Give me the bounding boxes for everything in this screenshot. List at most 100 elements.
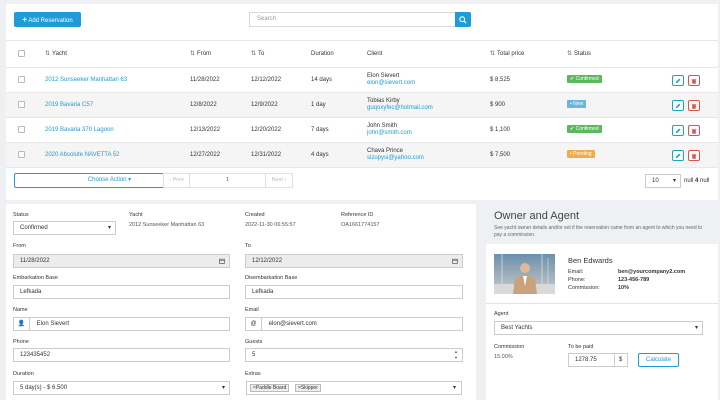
name-input[interactable]: 👤 Elon Sievert bbox=[13, 317, 230, 331]
search-button[interactable] bbox=[455, 12, 471, 27]
edit-button[interactable] bbox=[672, 100, 684, 111]
page-info: null 4 null bbox=[684, 178, 710, 184]
client-email[interactable]: john@smith.com bbox=[367, 130, 412, 137]
to-date: 12/12/2022 bbox=[251, 77, 282, 83]
trash-icon bbox=[691, 78, 697, 84]
price-cell: $ 8,525 bbox=[490, 77, 511, 83]
edit-button[interactable] bbox=[672, 125, 684, 136]
guests-label: Guests bbox=[245, 339, 263, 345]
row-checkbox[interactable] bbox=[18, 126, 25, 133]
table-row[interactable]: 2012 Sunseeker Manhattan 63 11/28/2022 12/… bbox=[6, 68, 718, 93]
stepper-up-icon[interactable]: ▲ bbox=[454, 350, 458, 354]
row-checkbox[interactable] bbox=[18, 76, 25, 83]
created-value: 2022-11-30 06:55:57 bbox=[245, 222, 296, 228]
sort-icon: ⇅ bbox=[190, 51, 196, 57]
pencil-icon bbox=[675, 103, 681, 109]
extra-chip[interactable]: ×Paddle Board bbox=[250, 384, 290, 392]
client-name: Tobias Kirby bbox=[367, 98, 400, 104]
client-name: John Smith bbox=[367, 123, 398, 129]
to-date: 12/20/2022 bbox=[251, 127, 282, 133]
delete-button[interactable] bbox=[688, 150, 700, 161]
status-label: Status bbox=[13, 212, 29, 218]
agent-commission-label: Commission bbox=[494, 344, 525, 350]
add-reservation-button[interactable]: + Add Reservation bbox=[14, 12, 81, 27]
caret-down-icon: ▾ bbox=[452, 385, 456, 391]
yacht-link[interactable]: 2019 Bavaria 370 Lagoon bbox=[45, 127, 114, 134]
status-badge: ✔ Confirmed bbox=[567, 125, 602, 133]
search-icon bbox=[459, 15, 467, 24]
per-page-select[interactable]: 10 ▾ bbox=[645, 174, 681, 188]
yacht-link[interactable]: 2012 Sunseeker Manhattan 63 bbox=[129, 222, 204, 228]
reference-value: OA1661774157 bbox=[341, 222, 380, 228]
client-email[interactable]: sizupysi@yahoo.com bbox=[367, 155, 424, 162]
reservations-card: + Add Reservation Search ⇅ Yacht ⇅ From ⇅ T… bbox=[6, 4, 718, 200]
calculate-button[interactable]: Calculate bbox=[638, 353, 679, 367]
pencil-icon bbox=[675, 128, 681, 134]
from-date: 12/27/2022 bbox=[190, 152, 221, 158]
sort-icon: ⇅ bbox=[490, 51, 496, 57]
sort-icon: ⇅ bbox=[567, 51, 573, 57]
search-input[interactable]: Search bbox=[249, 12, 456, 27]
yacht-label: Yacht bbox=[129, 212, 143, 218]
to-label: To bbox=[245, 243, 251, 249]
email-input[interactable]: @ elon@sievert.com bbox=[245, 317, 463, 331]
col-to[interactable]: ⇅ To bbox=[251, 41, 264, 67]
guests-input[interactable]: 5 ▲ ▼ bbox=[245, 348, 463, 362]
pencil-icon bbox=[675, 78, 681, 84]
yacht-link[interactable]: 2012 Sunseeker Manhattan 63 bbox=[45, 77, 127, 84]
agent-select[interactable]: Best Yachts ▾ bbox=[494, 321, 703, 335]
col-total-price[interactable]: ⇅ Total price bbox=[490, 41, 524, 67]
table-row[interactable]: 2019 Bavaria C57 12/8/2022 12/9/2022 1 day T… bbox=[6, 93, 718, 118]
disembarkation-label: Disembarkation Base bbox=[245, 275, 298, 281]
divider bbox=[486, 303, 718, 304]
delete-button[interactable] bbox=[688, 75, 700, 86]
row-checkbox[interactable] bbox=[18, 151, 25, 158]
client-email[interactable]: elon@sievert.com bbox=[367, 80, 415, 87]
row-checkbox[interactable] bbox=[18, 101, 25, 108]
edit-button[interactable] bbox=[672, 75, 684, 86]
caret-down-icon: ▾ bbox=[221, 385, 225, 391]
embarkation-input[interactable]: Lefkada bbox=[13, 285, 230, 299]
status-select[interactable]: Confirmed ▾ bbox=[13, 221, 116, 235]
agent-commission-value: 15.00% bbox=[494, 354, 513, 360]
user-icon: 👤 bbox=[14, 318, 30, 330]
stepper-down-icon[interactable]: ▼ bbox=[454, 356, 458, 360]
owner-header: Owner and Agent See yacht owner details … bbox=[486, 204, 718, 244]
disembarkation-input[interactable]: Lefkada bbox=[245, 285, 463, 299]
edit-button[interactable] bbox=[672, 150, 684, 161]
owner-commission: 10% bbox=[618, 285, 630, 291]
caret-down-icon: ▾ bbox=[128, 177, 132, 183]
name-label: Name bbox=[13, 307, 28, 313]
phone-input[interactable]: 123435452 bbox=[13, 348, 230, 362]
to-date-input[interactable]: 12/12/2022 bbox=[245, 254, 463, 268]
to-be-paid-input[interactable]: 1278.75 bbox=[568, 353, 615, 367]
select-all-checkbox[interactable] bbox=[18, 50, 25, 57]
client-email[interactable]: guqoxyfec@hotmail.com bbox=[367, 105, 433, 112]
delete-button[interactable] bbox=[688, 125, 700, 136]
caret-down-icon: ▾ bbox=[694, 325, 698, 331]
status-badge: ▪ Pending bbox=[567, 150, 595, 158]
phone-label: Phone bbox=[13, 339, 29, 345]
table-row[interactable]: 2020 Absolute NAVETTA 52 12/27/2022 12/31/… bbox=[6, 143, 718, 168]
col-yacht[interactable]: ⇅ Yacht bbox=[45, 41, 67, 67]
price-cell: $ 900 bbox=[490, 102, 506, 108]
yacht-link[interactable]: 2019 Bavaria C57 bbox=[45, 102, 93, 109]
from-date: 12/8/2022 bbox=[190, 102, 217, 108]
col-status[interactable]: ⇅ Status bbox=[567, 41, 591, 67]
from-label: From bbox=[13, 243, 26, 249]
prev-page-button[interactable]: ‹ Prev bbox=[163, 173, 190, 188]
delete-button[interactable] bbox=[688, 100, 700, 111]
extra-chip[interactable]: ×Skipper bbox=[295, 384, 321, 392]
yacht-link[interactable]: 2020 Absolute NAVETTA 52 bbox=[45, 152, 120, 159]
page-number-input[interactable]: 1 bbox=[189, 173, 266, 188]
extras-select[interactable]: ×Paddle Board ×Skipper ▾ bbox=[246, 381, 462, 395]
calendar-icon bbox=[219, 258, 225, 264]
next-page-button[interactable]: Next › bbox=[265, 173, 293, 188]
status-badge: ✔ Confirmed bbox=[567, 75, 602, 83]
email-label: Email bbox=[245, 307, 259, 313]
sort-icon: ⇅ bbox=[45, 51, 51, 57]
col-from[interactable]: ⇅ From bbox=[190, 41, 211, 67]
duration-select[interactable]: 5 day(s) - $ 6.500 ▾ bbox=[13, 381, 230, 395]
table-row[interactable]: 2019 Bavaria 370 Lagoon 12/13/2022 12/20/2… bbox=[6, 118, 718, 143]
from-date-input[interactable]: 11/28/2022 bbox=[13, 254, 230, 268]
